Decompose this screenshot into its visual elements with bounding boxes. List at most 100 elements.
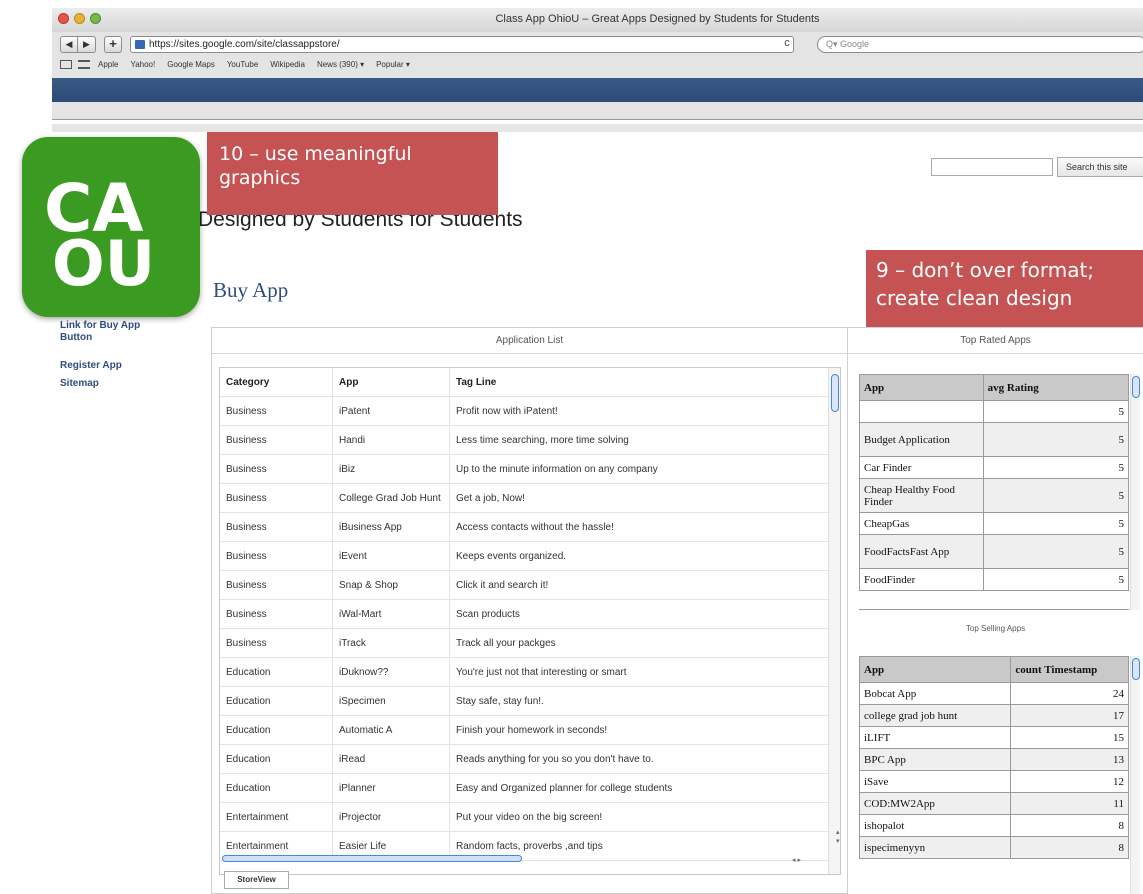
table-row[interactable]: Entertainment iProjector Put your video on… [220,803,830,832]
app-cell: iPatent [333,397,450,425]
app-name-cell: ishopalot [859,814,1012,837]
app-name-cell: FoodFinder [859,568,984,591]
app-name-cell: iSave [859,770,1012,793]
app-cell: iWal-Mart [333,600,450,628]
table-row[interactable]: Bobcat App 24 [859,682,1129,705]
table-row[interactable]: ishopalot 8 [859,814,1129,837]
browser-search-placeholder: Google [840,39,870,49]
category-cell: Education [220,774,333,802]
table-row[interactable]: 5 [859,400,1129,423]
table-row[interactable]: Car Finder 5 [859,456,1129,479]
bookmark-link[interactable]: Wikipedia [270,56,305,74]
app-list-vertical-arrows-icon[interactable]: ▴ ▾ [836,828,840,846]
table-row[interactable]: college grad job hunt 17 [859,704,1129,727]
reload-button[interactable]: c [780,36,794,51]
forward-button[interactable]: ▶ [78,36,96,53]
url-text: https://sites.google.com/site/classappst… [149,39,340,50]
bookmark-links: Apple Yahoo! Google Maps YouTube Wikipedia Ne… [98,56,410,74]
column-header[interactable]: App [859,656,1012,683]
tagline-cell: Finish your homework in seconds! [456,724,608,736]
top-selling-scroll-thumb[interactable] [1132,658,1140,680]
app-name-cell: BPC App [859,748,1012,771]
bookmarks-menu-icon[interactable] [78,60,90,69]
table-row[interactable]: Education iPlanner Easy and Organized plan… [220,774,830,803]
logo-line-2: OU [52,227,155,300]
tagline-cell: Track all your packges [456,637,556,649]
table-row[interactable]: COD:MW2App 11 [859,792,1129,815]
tagline-cell: Access contacts without the hassle! [456,521,614,533]
sheet-tab-storeview[interactable]: StoreView [224,871,289,889]
value-cell: 5 [982,456,1129,479]
table-row[interactable]: Education iDuknow?? You're just not that i… [220,658,830,687]
table-row[interactable]: Business Handi Less time searching, more t… [220,426,830,455]
tagline-cell: Scan products [456,608,520,620]
sidebar-item-buy-app-button[interactable]: Link for Buy App Button [60,320,170,344]
reading-list-icon[interactable] [60,60,72,69]
bookmark-link[interactable]: Popular ▾ [376,56,410,74]
column-header[interactable]: App [333,368,450,396]
top-selling-table-frame[interactable]: App count Timestamp Bobcat App 24 college gr… [859,656,1129,894]
app-name-cell: CheapGas [859,512,984,535]
search-site-button[interactable]: Search this site [1057,157,1143,177]
table-row[interactable]: FoodFinder 5 [859,568,1129,591]
table-row[interactable]: Business Snap & Shop Click it and search i… [220,571,830,600]
table-row[interactable]: Business iEvent Keeps events organized. [220,542,830,571]
column-header[interactable]: avg Rating [982,374,1129,401]
table-row[interactable]: Business iPatent Profit now with iPatent! [220,397,830,426]
table-row[interactable]: ispecimenyyn 8 [859,836,1129,859]
top-selling-scrollbar[interactable] [1130,656,1140,894]
table-row[interactable]: Budget Application 5 [859,422,1129,457]
site-search-input[interactable] [931,158,1053,176]
search-icon: Q▾ [826,39,841,49]
browser-search-input[interactable]: Q▾ Google [817,36,1143,53]
table-row[interactable]: CheapGas 5 [859,512,1129,535]
table-row[interactable]: Education iSpecimen Stay safe, stay fun!. [220,687,830,716]
tagline-cell: Easy and Organized planner for college s… [456,782,673,794]
application-list-sheet[interactable]: Category App Tag Line Business iPatent Profit… [219,367,841,875]
column-header[interactable]: Category [220,368,333,396]
tagline-cell: Profit now with iPatent! [456,405,558,417]
table-header-row: App avg Rating [859,374,1129,401]
column-header[interactable]: App [859,374,984,401]
bookmark-link[interactable]: Apple [98,56,118,74]
navigation-bar: ◀ ▶ + https://sites.google.com/site/clas… [52,32,1143,56]
bookmark-link[interactable]: Google Maps [167,56,215,74]
app-cell: iProjector [333,803,450,831]
address-bar[interactable]: https://sites.google.com/site/classappst… [130,36,794,53]
table-row[interactable]: Education Automatic A Finish your homework… [220,716,830,745]
table-row[interactable]: iSave 12 [859,770,1129,793]
top-rated-scrollbar[interactable] [1130,374,1140,610]
table-row[interactable]: Education iRead Reads anything for you so … [220,745,830,774]
page-title: Buy App [213,278,289,302]
app-list-scroll-thumb[interactable] [831,374,839,412]
back-button[interactable]: ◀ [60,36,78,53]
add-bookmark-button[interactable]: + [104,36,122,53]
table-header-row: App count Timestamp [859,656,1129,683]
bookmark-link[interactable]: News (390) ▾ [317,56,364,74]
top-rated-title: Top Rated Apps [848,328,1143,354]
app-cell: Automatic A [333,716,450,744]
table-row[interactable]: FoodFactsFast App 5 [859,534,1129,569]
app-name-cell: Budget Application [859,422,984,457]
table-row[interactable]: Business iWal-Mart Scan products [220,600,830,629]
table-row[interactable]: BPC App 13 [859,748,1129,771]
column-header[interactable]: count Timestamp [1010,656,1129,683]
table-row[interactable]: Cheap Healthy Food Finder 5 [859,478,1129,513]
app-list-horizontal-scrollbar[interactable] [222,855,522,862]
top-rated-scroll-thumb[interactable] [1132,376,1140,398]
sidebar-item-register-app[interactable]: Register App [60,360,122,372]
sidebar-item-sitemap[interactable]: Sitemap [60,378,99,390]
tagline-cell: Put your video on the big screen! [456,811,603,823]
table-row[interactable]: Business College Grad Job Hunt Get a job, … [220,484,830,513]
column-header[interactable]: Tag Line [450,368,830,396]
table-row[interactable]: Business iTrack Track all your packges [220,629,830,658]
browser-chrome: Class App OhioU – Great Apps Designed by… [52,8,1143,120]
table-row[interactable]: Business iBusiness App Access contacts wit… [220,513,830,542]
app-list-scroll-arrows-icon[interactable]: ◂ ▸ [792,856,801,864]
bookmark-link[interactable]: Yahoo! [130,56,155,74]
bookmark-link[interactable]: YouTube [227,56,258,74]
table-row[interactable]: iLIFT 15 [859,726,1129,749]
table-row[interactable]: Business iBiz Up to the minute information… [220,455,830,484]
top-rated-table-frame[interactable]: App avg Rating 5 Budget Application 5 Car Fin… [859,374,1129,610]
app-cell: iEvent [333,542,450,570]
